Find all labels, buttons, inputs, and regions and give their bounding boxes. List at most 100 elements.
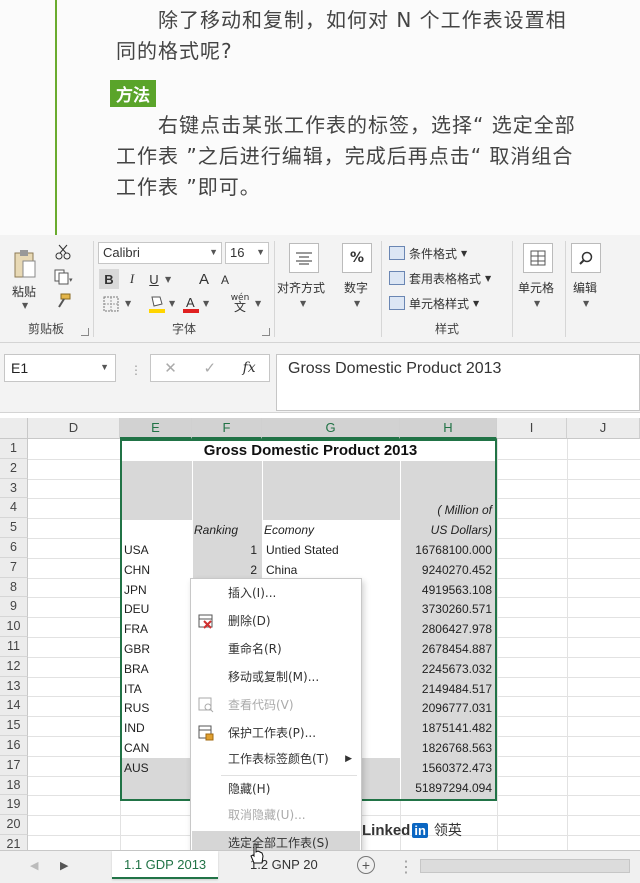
name-box[interactable]: E1 ▼ bbox=[4, 354, 116, 382]
column-header-f[interactable]: F bbox=[192, 418, 262, 439]
row-header[interactable]: 3 bbox=[0, 478, 28, 499]
number-group[interactable]: % 数字 ▼ bbox=[334, 235, 380, 343]
insert-function-icon[interactable]: fx bbox=[243, 360, 256, 376]
row-header[interactable]: 5 bbox=[0, 518, 28, 538]
number-dropdown-icon[interactable]: ▼ bbox=[354, 299, 360, 308]
menu-item-insert[interactable]: 插入(I)... bbox=[192, 581, 360, 605]
menu-item-delete[interactable]: 删除(D) bbox=[192, 609, 360, 633]
country-code-cell: JPN bbox=[124, 582, 147, 597]
conditional-format-button[interactable]: 条件格式 ▼ bbox=[389, 243, 467, 263]
cell-styles-button[interactable]: 单元格样式 ▼ bbox=[389, 293, 479, 313]
column-header-e[interactable]: E bbox=[120, 418, 192, 439]
menu-item-unhide[interactable]: 取消隐藏(U)... bbox=[192, 803, 360, 827]
horizontal-scrollbar[interactable] bbox=[420, 859, 630, 873]
copy-icon[interactable]: ▾ bbox=[52, 268, 76, 286]
fill-color-icon[interactable] bbox=[147, 293, 167, 315]
font-launcher-icon[interactable] bbox=[262, 328, 270, 336]
row-header[interactable]: 15 bbox=[0, 716, 28, 736]
alignment-label[interactable]: 对齐方式 bbox=[277, 279, 325, 296]
row-header[interactable]: 11 bbox=[0, 637, 28, 657]
cells-group[interactable]: 单元格 ▼ bbox=[514, 235, 564, 343]
format-painter-icon[interactable] bbox=[54, 292, 72, 310]
alignment-dropdown-icon[interactable]: ▼ bbox=[300, 299, 306, 308]
row-header[interactable]: 21 bbox=[0, 835, 28, 850]
row-header[interactable]: 19 bbox=[0, 795, 28, 816]
scroll-tabs-left-icon[interactable]: ◀ bbox=[30, 859, 38, 872]
row-header[interactable]: 18 bbox=[0, 775, 28, 796]
group-divider bbox=[381, 241, 382, 337]
search-icon[interactable] bbox=[571, 243, 601, 273]
cells-icon[interactable] bbox=[523, 243, 553, 273]
row-header[interactable]: 2 bbox=[0, 458, 28, 479]
shrink-font-button[interactable]: A bbox=[217, 271, 233, 289]
phonetic-icon[interactable]: wén 文 bbox=[229, 291, 251, 315]
add-sheet-button[interactable]: + bbox=[357, 856, 375, 874]
row-header[interactable]: 14 bbox=[0, 696, 28, 717]
clipboard-launcher-icon[interactable] bbox=[81, 328, 89, 336]
row-header[interactable]: 20 bbox=[0, 815, 28, 835]
font-color-dropdown-icon[interactable]: ▼ bbox=[203, 299, 209, 308]
column-header-g[interactable]: G bbox=[262, 418, 400, 439]
column-header-j[interactable]: J bbox=[567, 418, 640, 439]
borders-icon[interactable] bbox=[101, 295, 121, 313]
grow-font-button[interactable]: A bbox=[195, 269, 213, 289]
editing-label[interactable]: 编辑 bbox=[573, 279, 597, 296]
cancel-icon[interactable]: ✕ bbox=[164, 359, 177, 377]
grip-icon[interactable]: ⋮ bbox=[130, 363, 142, 377]
menu-item-hide[interactable]: 隐藏(H) bbox=[192, 777, 360, 801]
align-icon[interactable] bbox=[289, 243, 319, 273]
italic-button[interactable]: I bbox=[123, 269, 141, 289]
row-header[interactable]: 9 bbox=[0, 597, 28, 618]
underline-dropdown-icon[interactable]: ▼ bbox=[165, 275, 171, 284]
row-header[interactable]: 1 bbox=[0, 439, 28, 459]
column-header-h[interactable]: H bbox=[400, 418, 497, 439]
row-header[interactable]: 6 bbox=[0, 538, 28, 558]
menu-item-rename[interactable]: 重命名(R) bbox=[192, 637, 360, 661]
paste-dropdown-icon[interactable]: ▼ bbox=[22, 301, 28, 310]
borders-dropdown-icon[interactable]: ▼ bbox=[125, 299, 131, 308]
number-label[interactable]: 数字 bbox=[344, 279, 368, 296]
font-name-select[interactable]: Calibri ▼ bbox=[98, 242, 222, 264]
cut-icon[interactable] bbox=[54, 243, 72, 261]
row-header[interactable]: 17 bbox=[0, 755, 28, 776]
paste-label[interactable]: 粘贴 bbox=[12, 283, 36, 300]
menu-item-view-code[interactable]: 查看代码(V) bbox=[192, 693, 360, 717]
chevron-down-icon[interactable]: ▼ bbox=[100, 362, 109, 372]
paste-icon[interactable] bbox=[10, 247, 38, 281]
scroll-tabs-right-icon[interactable]: ▶ bbox=[60, 859, 68, 872]
row-header[interactable]: 12 bbox=[0, 656, 28, 677]
enter-icon[interactable]: ✓ bbox=[203, 359, 216, 377]
menu-item-protect-sheet[interactable]: 保护工作表(P)... bbox=[192, 721, 360, 745]
select-all-corner[interactable] bbox=[0, 418, 28, 439]
menu-item-move-copy[interactable]: 移动或复制(M)... bbox=[192, 665, 360, 689]
formula-input[interactable]: Gross Domestic Product 2013 bbox=[276, 354, 640, 411]
cells-label[interactable]: 单元格 bbox=[518, 279, 554, 296]
phonetic-dropdown-icon[interactable]: ▼ bbox=[255, 299, 261, 308]
underline-button[interactable]: U bbox=[145, 269, 163, 289]
format-as-table-button[interactable]: 套用表格格式 ▼ bbox=[389, 268, 491, 288]
font-size-select[interactable]: 16 ▼ bbox=[225, 242, 269, 264]
editing-dropdown-icon[interactable]: ▼ bbox=[583, 299, 589, 308]
row-header[interactable]: 7 bbox=[0, 557, 28, 578]
units-header-1: ( Million of bbox=[437, 503, 492, 517]
row-header[interactable]: 10 bbox=[0, 617, 28, 637]
bold-button[interactable]: B bbox=[99, 269, 119, 289]
column-header-d[interactable]: D bbox=[28, 418, 120, 439]
menu-label: 插入(I)... bbox=[228, 586, 277, 600]
country-code-cell: CHN bbox=[124, 562, 150, 577]
row-header[interactable]: 4 bbox=[0, 498, 28, 519]
alignment-group[interactable]: 对齐方式 ▼ bbox=[276, 235, 334, 343]
sheet-tab-gdp-2013[interactable]: 1.1 GDP 2013 bbox=[112, 851, 219, 879]
font-color-icon[interactable]: A bbox=[181, 293, 201, 315]
percent-icon[interactable]: % bbox=[342, 243, 372, 273]
editing-group[interactable]: 编辑 ▼ bbox=[567, 235, 609, 343]
row-header[interactable]: 16 bbox=[0, 736, 28, 756]
row-header[interactable]: 8 bbox=[0, 577, 28, 598]
country-code-cell: RUS bbox=[124, 701, 150, 716]
tab-splitter-icon[interactable]: ⋮ bbox=[398, 857, 414, 877]
fill-dropdown-icon[interactable]: ▼ bbox=[169, 299, 175, 308]
cells-dropdown-icon[interactable]: ▼ bbox=[534, 299, 540, 308]
menu-item-tab-color[interactable]: 工作表标签颜色(T) ▶ bbox=[192, 747, 360, 771]
row-header[interactable]: 13 bbox=[0, 676, 28, 697]
column-header-i[interactable]: I bbox=[497, 418, 567, 439]
